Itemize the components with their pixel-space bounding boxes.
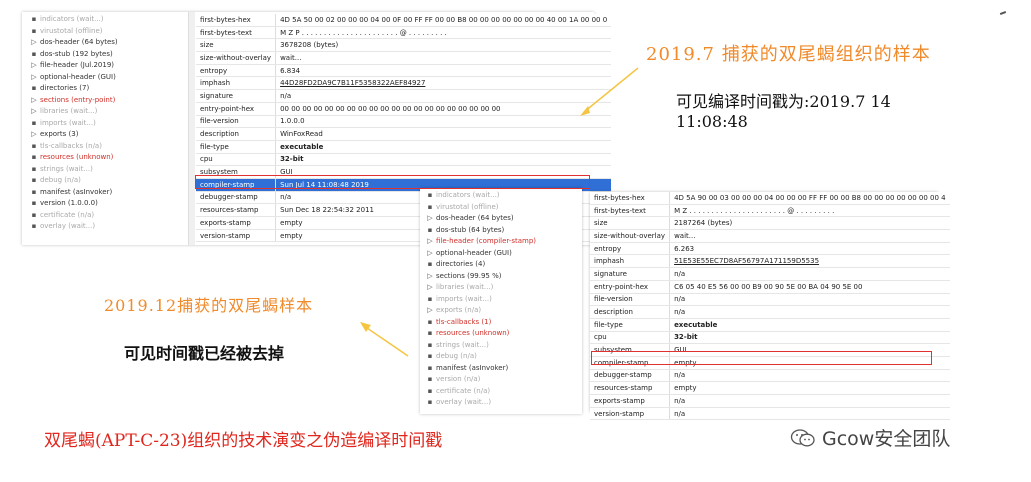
wechat-watermark: Gcow安全团队 xyxy=(790,424,950,451)
dec-sample-title: 2019.12捕获的双尾蝎样本 xyxy=(104,296,314,315)
arrow-to-dec-tree xyxy=(363,325,409,357)
dec-stamp-removed-text: 可见时间戳已经被去掉 xyxy=(124,344,285,363)
annotation-arrows xyxy=(360,67,639,357)
watermark-text: Gcow安全团队 xyxy=(822,428,951,450)
jul-compile-time-text: 可见编译时间戳为:2019.7 14 11:08:48 xyxy=(676,92,891,132)
jul-sample-title: 2019.7 捕获的双尾蝎组织的样本 xyxy=(646,44,931,65)
arrow-to-jul-stamp xyxy=(583,67,639,113)
jul-compile-time-line2: 11:08:48 xyxy=(676,112,748,131)
jul-compile-time-line1: 可见编译时间戳为:2019.7 14 xyxy=(676,92,891,111)
wechat-icon xyxy=(790,428,815,446)
figure-caption: 双尾蝎(APT-C-23)组织的技术演变之伪造编译时间戳 xyxy=(44,431,443,451)
